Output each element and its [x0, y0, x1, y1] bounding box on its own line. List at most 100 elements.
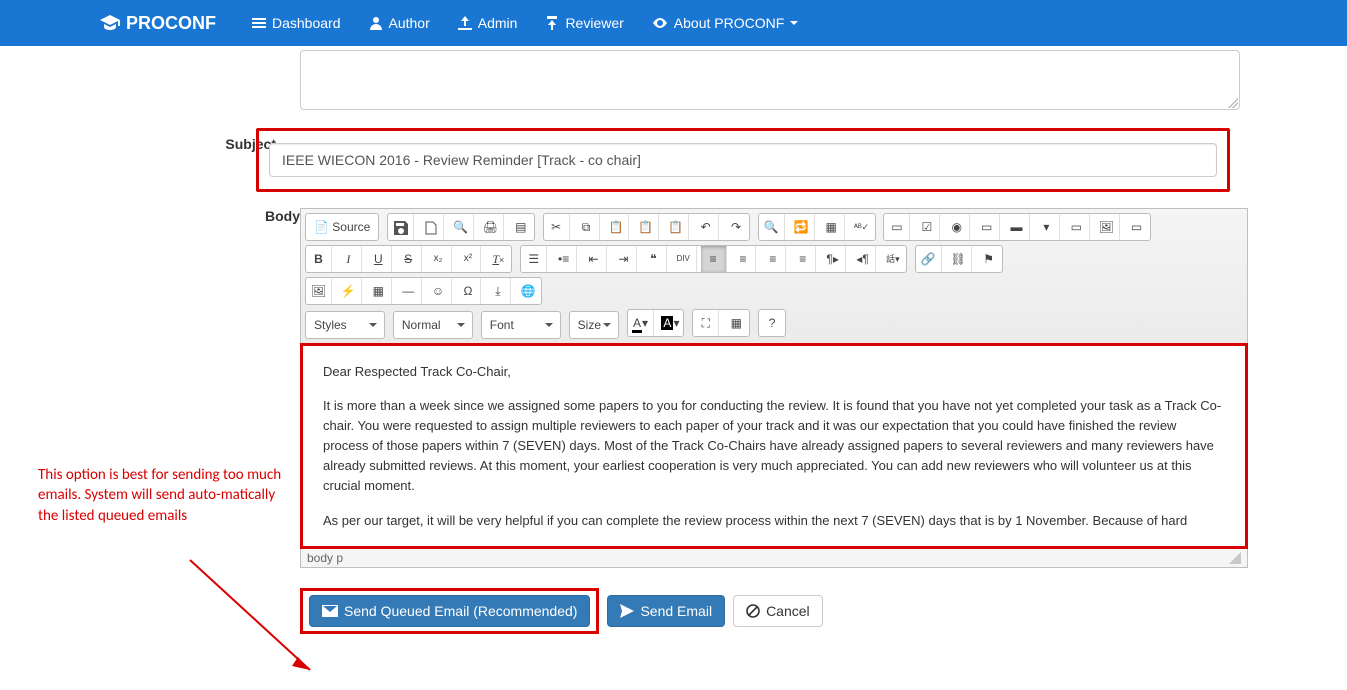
indent-button[interactable]: ⇥	[611, 246, 637, 272]
button-field-icon[interactable]: ▭	[1064, 214, 1090, 240]
redo-icon[interactable]: ↷	[723, 214, 749, 240]
radio-icon[interactable]: ◉	[944, 214, 970, 240]
nav-author-label: Author	[389, 15, 430, 31]
brand[interactable]: PROCONF	[100, 13, 216, 34]
ltr-button[interactable]: ¶▸	[820, 246, 846, 272]
send-queued-email-button[interactable]: Send Queued Email (Recommended)	[309, 595, 590, 627]
link-button[interactable]: 🔗	[916, 246, 942, 272]
rtl-button[interactable]: ◂¶	[850, 246, 876, 272]
bulleted-list-button[interactable]: •≡	[551, 246, 577, 272]
show-blocks-button[interactable]: ▦	[723, 310, 749, 336]
align-right-button[interactable]: ≡	[760, 246, 786, 272]
eye-icon	[652, 16, 668, 30]
align-center-button[interactable]: ≡	[730, 246, 756, 272]
image-icon[interactable]: 🖼	[306, 278, 332, 304]
email-paragraph: Dear Respected Track Co-Chair,	[323, 362, 1225, 382]
remove-format-button[interactable]: T×	[485, 246, 511, 272]
div-button[interactable]: DIV	[671, 246, 697, 272]
styles-combo[interactable]: Styles	[305, 311, 385, 339]
save-icon[interactable]	[388, 214, 414, 240]
special-char-icon[interactable]: Ω	[455, 278, 481, 304]
action-buttons-row: Send Queued Email (Recommended) Send Ema…	[300, 588, 1248, 634]
email-paragraph: As per our target, it will be very helpf…	[323, 511, 1225, 531]
italic-button[interactable]: I	[336, 246, 362, 272]
select-icon[interactable]: ▾	[1034, 214, 1060, 240]
previous-textarea[interactable]	[300, 50, 1240, 110]
nav-about-label: About PROCONF	[674, 15, 784, 31]
font-combo[interactable]: Font	[481, 311, 561, 339]
copy-icon[interactable]: ⧉	[574, 214, 600, 240]
templates-icon[interactable]: ▤	[508, 214, 534, 240]
image-button-icon[interactable]: 🖼	[1094, 214, 1120, 240]
pagebreak-icon[interactable]: ⤓	[485, 278, 511, 304]
paste-icon[interactable]: 📋	[603, 214, 629, 240]
strike-button[interactable]: S	[396, 246, 422, 272]
language-button[interactable]: 話▾	[880, 246, 906, 272]
align-left-button[interactable]: ≡	[701, 246, 727, 272]
align-justify-button[interactable]: ≡	[790, 246, 816, 272]
body-highlight-box: Dear Respected Track Co-Chair, It is mor…	[300, 343, 1248, 549]
hr-icon[interactable]: —	[396, 278, 422, 304]
nav-about[interactable]: About PROCONF	[638, 3, 812, 43]
rich-text-editor: 📄 Source 🔍 🖨 ▤ ✂ ⧉ 📋	[300, 208, 1248, 568]
editor-content-area[interactable]: Dear Respected Track Co-Chair, It is mor…	[303, 346, 1245, 546]
checkbox-icon[interactable]: ☑	[914, 214, 940, 240]
dashboard-icon	[252, 16, 266, 30]
textarea-icon[interactable]: ▬	[1004, 214, 1030, 240]
print-icon[interactable]: 🖨	[478, 214, 504, 240]
editor-elements-path: body p	[301, 548, 1247, 567]
nav-reviewer[interactable]: Reviewer	[531, 3, 637, 43]
new-page-icon[interactable]	[418, 214, 444, 240]
user-icon	[369, 16, 383, 30]
nav-admin[interactable]: Admin	[444, 3, 532, 43]
graduation-cap-icon	[100, 15, 120, 31]
select-all-icon[interactable]: ▦	[819, 214, 845, 240]
cancel-label: Cancel	[766, 603, 810, 619]
top-navbar: PROCONF Dashboard Author Admin Reviewer …	[0, 0, 1347, 46]
text-color-button[interactable]: A▾	[628, 310, 654, 336]
source-label: Source	[332, 220, 370, 234]
resize-grip-icon[interactable]	[1229, 552, 1241, 564]
about-editor-button[interactable]: ?	[759, 310, 785, 336]
hidden-field-icon[interactable]: ▭	[1124, 214, 1150, 240]
outdent-button[interactable]: ⇤	[581, 246, 607, 272]
paste-word-icon[interactable]: 📋	[663, 214, 689, 240]
unlink-button[interactable]: ⛓	[946, 246, 972, 272]
send-email-label: Send Email	[640, 603, 712, 619]
numbered-list-button[interactable]: ☰	[521, 246, 547, 272]
ban-icon	[746, 604, 760, 618]
blockquote-button[interactable]: ❝	[641, 246, 667, 272]
nav-dashboard[interactable]: Dashboard	[238, 3, 355, 43]
undo-icon[interactable]: ↶	[693, 214, 719, 240]
find-icon[interactable]: 🔍	[759, 214, 785, 240]
format-combo[interactable]: Normal	[393, 311, 473, 339]
cut-icon[interactable]: ✂	[544, 214, 570, 240]
nav-reviewer-label: Reviewer	[565, 15, 623, 31]
send-queued-highlight-box: Send Queued Email (Recommended)	[300, 588, 599, 634]
smiley-icon[interactable]: ☺	[426, 278, 452, 304]
bg-color-button[interactable]: A▾	[657, 310, 683, 336]
subject-input[interactable]	[269, 143, 1217, 177]
spellcheck-icon[interactable]: ᴬᴮ✓	[849, 214, 875, 240]
size-combo[interactable]: Size	[569, 311, 619, 339]
preview-icon[interactable]: 🔍	[448, 214, 474, 240]
bold-button[interactable]: B	[306, 246, 332, 272]
body-label: Body	[220, 208, 300, 224]
replace-icon[interactable]: 🔁	[789, 214, 815, 240]
textfield-icon[interactable]: ▭	[974, 214, 1000, 240]
flash-icon[interactable]: ⚡	[336, 278, 362, 304]
underline-button[interactable]: U	[366, 246, 392, 272]
anchor-button[interactable]: ⚑	[976, 246, 1002, 272]
source-button[interactable]: 📄 Source	[306, 214, 378, 240]
superscript-button[interactable]: x²	[455, 246, 481, 272]
cancel-button[interactable]: Cancel	[733, 595, 823, 627]
form-icon[interactable]: ▭	[884, 214, 910, 240]
subscript-button[interactable]: x₂	[426, 246, 452, 272]
send-email-button[interactable]: Send Email	[607, 595, 725, 627]
nav-author[interactable]: Author	[355, 3, 444, 43]
table-icon[interactable]: ▦	[366, 278, 392, 304]
subject-highlight-box	[256, 128, 1230, 192]
paste-text-icon[interactable]: 📋	[633, 214, 659, 240]
iframe-icon[interactable]: 🌐	[515, 278, 541, 304]
maximize-button[interactable]: ⛶	[693, 310, 719, 336]
